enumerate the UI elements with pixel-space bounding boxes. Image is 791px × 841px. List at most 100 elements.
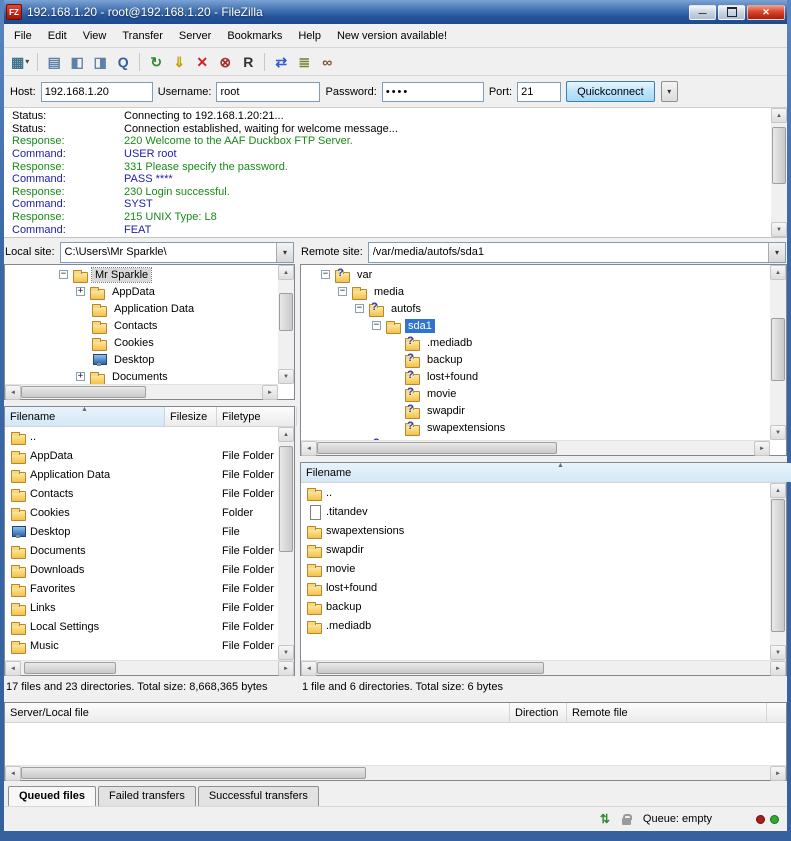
menu-item-view[interactable]: View (75, 24, 115, 47)
scroll-up-icon[interactable]: ▲ (770, 265, 786, 280)
scrollbar-thumb[interactable] (771, 318, 785, 382)
file-row-desktop[interactable]: DesktopFile (6, 522, 277, 541)
collapse-icon[interactable]: − (59, 270, 68, 279)
file-row-movie[interactable]: movie (302, 559, 769, 578)
tree-item-contacts[interactable]: Contacts (6, 317, 277, 334)
scroll-left-icon[interactable]: ◄ (301, 661, 317, 676)
password-input[interactable] (382, 82, 484, 102)
tree-item-swapdir[interactable]: ?swapdir (302, 402, 769, 419)
file-row-favorites[interactable]: FavoritesFile Folder (6, 579, 277, 598)
reconnect-button[interactable]: R (237, 51, 259, 73)
scrollbar-track[interactable] (770, 498, 786, 645)
tree-item-autofs[interactable]: −?autofs (302, 300, 769, 317)
find-files-button[interactable]: ∞ (316, 51, 338, 73)
scrollbar-thumb[interactable] (24, 662, 117, 674)
file-row-appdata[interactable]: AppDataFile Folder (6, 446, 277, 465)
scroll-right-icon[interactable]: ► (770, 766, 786, 781)
scroll-up-icon[interactable]: ▲ (278, 427, 294, 442)
scrollbar-track[interactable] (317, 441, 754, 455)
scrollbar-thumb[interactable] (772, 127, 786, 184)
tab-queued-files[interactable]: Queued files (8, 786, 96, 806)
column-header-filename[interactable]: Filename▲ (5, 407, 165, 426)
menu-item-help[interactable]: Help (290, 24, 329, 47)
local-list-vscrollbar[interactable]: ▲▼ (278, 427, 294, 660)
quickconnect-button[interactable]: Quickconnect (566, 81, 655, 102)
username-input[interactable] (216, 82, 320, 102)
column-header-server-local-file[interactable]: Server/Local file (5, 703, 510, 722)
file-row-backup[interactable]: backup (302, 597, 769, 616)
scrollbar-track[interactable] (771, 123, 787, 222)
column-header-remote-file[interactable]: Remote file (567, 703, 767, 722)
column-header-filesize[interactable]: Filesize (165, 407, 217, 426)
collapse-icon[interactable]: − (372, 321, 381, 330)
scrollbar-thumb[interactable] (279, 293, 293, 330)
scroll-down-icon[interactable]: ▼ (278, 645, 294, 660)
scrollbar-thumb[interactable] (771, 499, 785, 631)
scroll-left-icon[interactable]: ◄ (5, 661, 21, 676)
file-row-item[interactable]: .. (6, 427, 277, 446)
scroll-down-icon[interactable]: ▼ (771, 222, 787, 237)
tree-item-cookies[interactable]: Cookies (6, 334, 277, 351)
disconnect-button[interactable]: ⊗ (214, 51, 236, 73)
scrollbar-track[interactable] (317, 661, 770, 675)
file-row-cookies[interactable]: CookiesFolder (6, 503, 277, 522)
host-input[interactable] (41, 82, 153, 102)
tab-successful-transfers[interactable]: Successful transfers (198, 786, 319, 806)
tree-item-sda1[interactable]: −sda1 (302, 317, 769, 334)
tree-item-desktop[interactable]: Desktop (6, 351, 277, 368)
scroll-right-icon[interactable]: ► (754, 441, 770, 456)
file-row-local-settings[interactable]: Local SettingsFile Folder (6, 617, 277, 636)
directory-comparison-button[interactable]: ⇄ (270, 51, 292, 73)
scroll-up-icon[interactable]: ▲ (770, 483, 786, 498)
file-row-documents[interactable]: DocumentsFile Folder (6, 541, 277, 560)
file-row-titandev[interactable]: .titandev (302, 502, 769, 521)
tree-item-lost-found[interactable]: ?lost+found (302, 368, 769, 385)
tree-item-mr-sparkle[interactable]: −Mr Sparkle (6, 266, 277, 283)
expand-icon[interactable]: + (76, 287, 85, 296)
file-row-links[interactable]: LinksFile Folder (6, 598, 277, 617)
queue-hscrollbar[interactable]: ◄► (5, 765, 786, 780)
scrollbar-thumb[interactable] (317, 662, 544, 674)
tab-failed-transfers[interactable]: Failed transfers (98, 786, 196, 806)
scrollbar-track[interactable] (278, 442, 294, 645)
toggle-queue-button[interactable]: Q (112, 51, 134, 73)
file-row-mediadb[interactable]: .mediadb (302, 616, 769, 635)
refresh-button[interactable]: ↻ (145, 51, 167, 73)
remote-list-vscrollbar[interactable]: ▲▼ (770, 483, 786, 660)
collapse-icon[interactable]: − (321, 270, 330, 279)
process-queue-button[interactable]: ⇓ (168, 51, 190, 73)
collapse-icon[interactable]: − (338, 287, 347, 296)
file-row-item[interactable]: .. (302, 483, 769, 502)
menu-item-bookmarks[interactable]: Bookmarks (219, 24, 290, 47)
scroll-right-icon[interactable]: ► (770, 661, 786, 676)
tree-item-application-data[interactable]: Application Data (6, 300, 277, 317)
menu-item-new-version-available[interactable]: New version available! (329, 24, 455, 47)
scrollbar-thumb[interactable] (279, 446, 293, 552)
file-row-swapextensions[interactable]: swapextensions (302, 521, 769, 540)
quickconnect-dropdown-button[interactable] (661, 81, 678, 102)
speed-limits-icon[interactable]: ⇅ (597, 811, 613, 827)
tree-item-var[interactable]: −?var (302, 266, 769, 283)
menu-item-file[interactable]: File (6, 24, 40, 47)
remote-tree-vscrollbar[interactable]: ▲▼ (770, 265, 786, 440)
tree-item-movie[interactable]: ?movie (302, 385, 769, 402)
remote-tree-hscrollbar[interactable]: ◄► (301, 440, 770, 455)
scrollbar-track[interactable] (21, 766, 770, 780)
menu-item-server[interactable]: Server (171, 24, 219, 47)
combo-dropdown-icon[interactable] (276, 243, 293, 262)
file-row-swapdir[interactable]: swapdir (302, 540, 769, 559)
maximize-button[interactable] (718, 5, 745, 20)
encryption-icon[interactable] (619, 811, 635, 827)
tree-item-media[interactable]: −media (302, 283, 769, 300)
local-list-hscrollbar[interactable]: ◄► (5, 660, 294, 675)
cancel-button[interactable]: ✕ (191, 51, 213, 73)
scroll-right-icon[interactable]: ► (278, 661, 294, 676)
scroll-right-icon[interactable]: ► (262, 385, 278, 400)
file-row-application-data[interactable]: Application DataFile Folder (6, 465, 277, 484)
collapse-icon[interactable]: − (355, 304, 364, 313)
log-vscrollbar[interactable]: ▲▼ (771, 108, 787, 237)
tree-item-appdata[interactable]: +AppData (6, 283, 277, 300)
scroll-left-icon[interactable]: ◄ (301, 441, 317, 456)
file-row-contacts[interactable]: ContactsFile Folder (6, 484, 277, 503)
scroll-down-icon[interactable]: ▼ (770, 425, 786, 440)
